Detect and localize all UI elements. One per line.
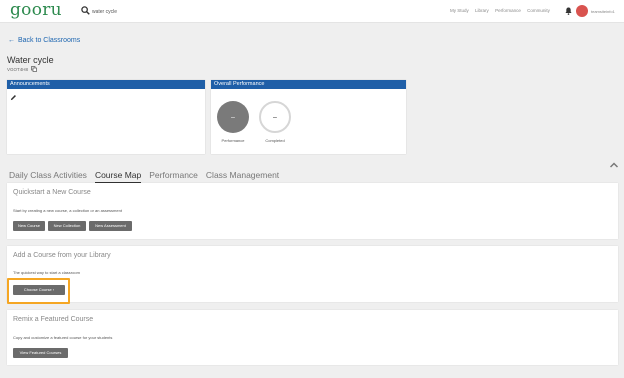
performance-value: – [231,113,235,121]
remix-card: Remix a Featured Course Copy and customi… [7,310,618,365]
tab-daily-class-activities[interactable]: Daily Class Activities [9,170,87,182]
add-course-card: Add a Course from your Library The quick… [7,246,618,302]
quickstart-description: Start by creating a new course, a collec… [13,208,122,213]
gooru-logo[interactable]: gooru [10,0,62,20]
remix-description: Copy and customize a featured course for… [13,335,113,340]
class-code: VGOT4H8 [7,67,29,72]
completed-label: Completed [265,138,285,143]
quickstart-card: Quickstart a New Course Start by creatin… [7,183,618,239]
chevron-up-icon[interactable] [610,162,618,168]
search-input[interactable] [92,6,212,17]
nav-links: My Study Library Performance Community [450,8,555,13]
search-icon[interactable] [81,6,90,15]
arrow-left-icon: ← [8,37,15,44]
username[interactable]: teamsiteinfo1 [591,9,615,14]
completed-circle: – [259,101,291,133]
new-assessment-button[interactable]: New Assessment [89,221,132,231]
overall-performance-header: Overall Performance [211,80,406,89]
highlight-box [7,278,70,304]
copy-icon[interactable] [31,66,37,72]
back-link-label: Back to Classrooms [18,37,81,44]
pencil-icon[interactable] [10,94,17,101]
back-to-classrooms-link[interactable]: ← Back to Classrooms [8,37,80,44]
overall-performance-panel: Overall Performance – Performance – Comp… [211,80,406,154]
remix-title: Remix a Featured Course [13,316,94,323]
class-tabs: Daily Class Activities Course Map Performa… [9,165,287,183]
view-featured-courses-button[interactable]: View Featured Courses [13,348,68,358]
class-title: Water cycle [7,55,54,65]
nav-link-community[interactable]: Community [527,8,550,13]
quickstart-title: Quickstart a New Course [13,189,91,196]
top-nav: gooru My Study Library Performance Commu… [0,0,624,23]
tab-performance[interactable]: Performance [149,170,198,182]
new-course-button[interactable]: New Course [13,221,45,231]
nav-link-performance[interactable]: Performance [495,8,521,13]
performance-label: Performance [221,138,245,143]
tab-class-management[interactable]: Class Management [206,170,279,182]
add-course-description: The quickest way to start a classroom [13,270,80,275]
performance-circle: – [217,101,249,133]
announcements-panel: Announcements [7,80,205,154]
announcements-header: Announcements [7,80,205,89]
new-collection-button[interactable]: New Collection [48,221,86,231]
completed-value: – [273,113,277,121]
avatar[interactable] [576,5,588,17]
nav-link-my-study[interactable]: My Study [450,8,469,13]
bell-icon[interactable] [565,7,572,15]
nav-link-library[interactable]: Library [475,8,489,13]
add-course-title: Add a Course from your Library [13,252,111,259]
tab-course-map[interactable]: Course Map [94,170,142,183]
